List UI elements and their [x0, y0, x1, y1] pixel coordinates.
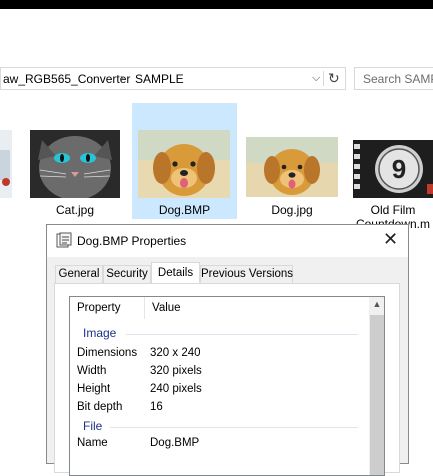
breadcrumb-current[interactable]: SAMPLE [135, 72, 184, 86]
properties-dialog: Dog.BMP Properties ✕ General Security De… [46, 224, 409, 476]
dog-jpg-thumbnail[interactable] [246, 137, 338, 197]
prop-name[interactable]: Dimensions [77, 347, 137, 359]
address-divider [323, 71, 324, 86]
dialog-title: Dog.BMP Properties [77, 234, 187, 248]
dialog-titlebar[interactable]: Dog.BMP Properties ✕ [47, 225, 408, 257]
tab-general[interactable]: General [55, 265, 103, 283]
column-property[interactable]: Property [70, 297, 144, 319]
details-list[interactable]: Property Value Image Dimensions 320 x 24… [69, 296, 385, 476]
dog-bmp-thumbnail[interactable] [138, 130, 230, 198]
film-countdown-thumbnail[interactable]: 9 [353, 140, 433, 198]
cat-thumbnail[interactable] [30, 130, 120, 198]
prop-name[interactable]: Width [77, 365, 106, 377]
search-placeholder: Search SAMP [363, 72, 433, 86]
chevron-down-icon[interactable]: ⌵ [312, 72, 320, 85]
properties-icon [56, 232, 72, 248]
search-box[interactable]: Search SAMP [354, 67, 433, 90]
prop-value[interactable]: 320 pixels [150, 365, 202, 377]
prop-value[interactable]: 16 [150, 401, 163, 413]
refresh-icon[interactable]: ↻ [328, 70, 340, 87]
prop-name[interactable]: Bit depth [77, 401, 122, 413]
breadcrumb-parent[interactable]: aw_RGB565_Converter [3, 72, 130, 86]
scroll-up-icon[interactable]: ▲ [369, 299, 384, 309]
file-label-cat-jpg[interactable]: Cat.jpg [30, 203, 120, 217]
partial-image-thumbnail[interactable] [0, 130, 12, 198]
chevron-right-icon: › [120, 71, 124, 85]
column-value[interactable]: Value [145, 297, 345, 319]
prop-name[interactable]: Height [77, 383, 110, 395]
group-header-file: File [83, 419, 103, 433]
close-icon[interactable]: ✕ [383, 229, 398, 250]
prop-value[interactable]: 320 x 240 [150, 347, 201, 359]
address-bar[interactable]: aw_RGB565_Converter › SAMPLE ⌵ ↻ [0, 67, 346, 90]
group-divider [126, 334, 358, 335]
svg-text:9: 9 [392, 154, 406, 184]
scroll-thumb[interactable] [370, 315, 384, 475]
tab-previous-versions[interactable]: Previous Versions [200, 265, 293, 283]
vertical-scrollbar[interactable]: ▲ [369, 297, 384, 475]
prop-name[interactable]: Name [77, 437, 108, 449]
tab-details[interactable]: Details [151, 262, 200, 284]
prop-value[interactable]: 240 pixels [150, 383, 202, 395]
prop-value[interactable]: Dog.BMP [150, 437, 199, 449]
group-divider [110, 427, 358, 428]
tab-security[interactable]: Security [103, 265, 151, 283]
file-label-dog-jpg[interactable]: Dog.jpg [246, 203, 338, 217]
details-panel: Property Value Image Dimensions 320 x 24… [54, 283, 400, 476]
group-header-image: Image [83, 326, 117, 340]
file-label-dog-bmp[interactable]: Dog.BMP [132, 203, 237, 217]
top-black-bar [0, 0, 433, 9]
